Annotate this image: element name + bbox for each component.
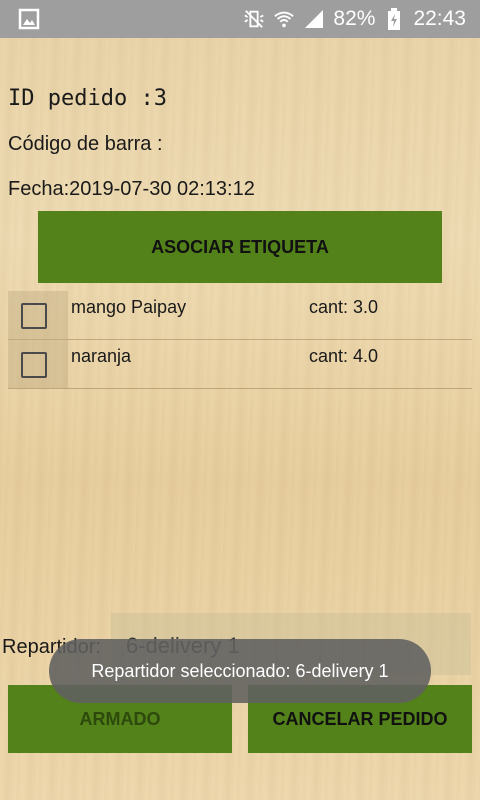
status-icons: 82% 22:43	[243, 0, 466, 38]
signal-icon	[303, 8, 325, 30]
item-quantity: cant: 4.0	[309, 346, 379, 366]
battery-percent: 82%	[333, 7, 376, 30]
item-name: naranja	[71, 346, 132, 366]
status-bar: 82% 22:43	[0, 0, 480, 38]
associate-label-button[interactable]: ASOCIAR ETIQUETA	[38, 211, 442, 283]
items-list: mango Paipay cant: 3.0 naranja cant: 4.0	[8, 291, 472, 389]
image-icon	[18, 8, 40, 30]
vibrate-mute-icon	[243, 8, 265, 30]
checkbox-cell	[8, 340, 68, 388]
item-checkbox[interactable]	[21, 303, 47, 329]
battery-charging-icon	[383, 8, 405, 30]
list-item: naranja cant: 4.0	[8, 340, 472, 389]
clock: 22:43	[413, 7, 466, 30]
checkbox-cell	[8, 291, 68, 339]
item-name: mango Paipay	[71, 297, 187, 317]
toast-message: Repartidor seleccionado: 6-delivery 1	[49, 639, 431, 703]
barcode-label: Código de barra :	[8, 133, 163, 155]
wifi-icon	[273, 8, 295, 30]
order-date: Fecha:2019-07-30 02:13:12	[8, 178, 255, 200]
item-quantity: cant: 3.0	[309, 297, 379, 317]
list-item: mango Paipay cant: 3.0	[8, 291, 472, 340]
item-checkbox[interactable]	[21, 352, 47, 378]
order-id: ID pedido :3	[8, 86, 167, 111]
